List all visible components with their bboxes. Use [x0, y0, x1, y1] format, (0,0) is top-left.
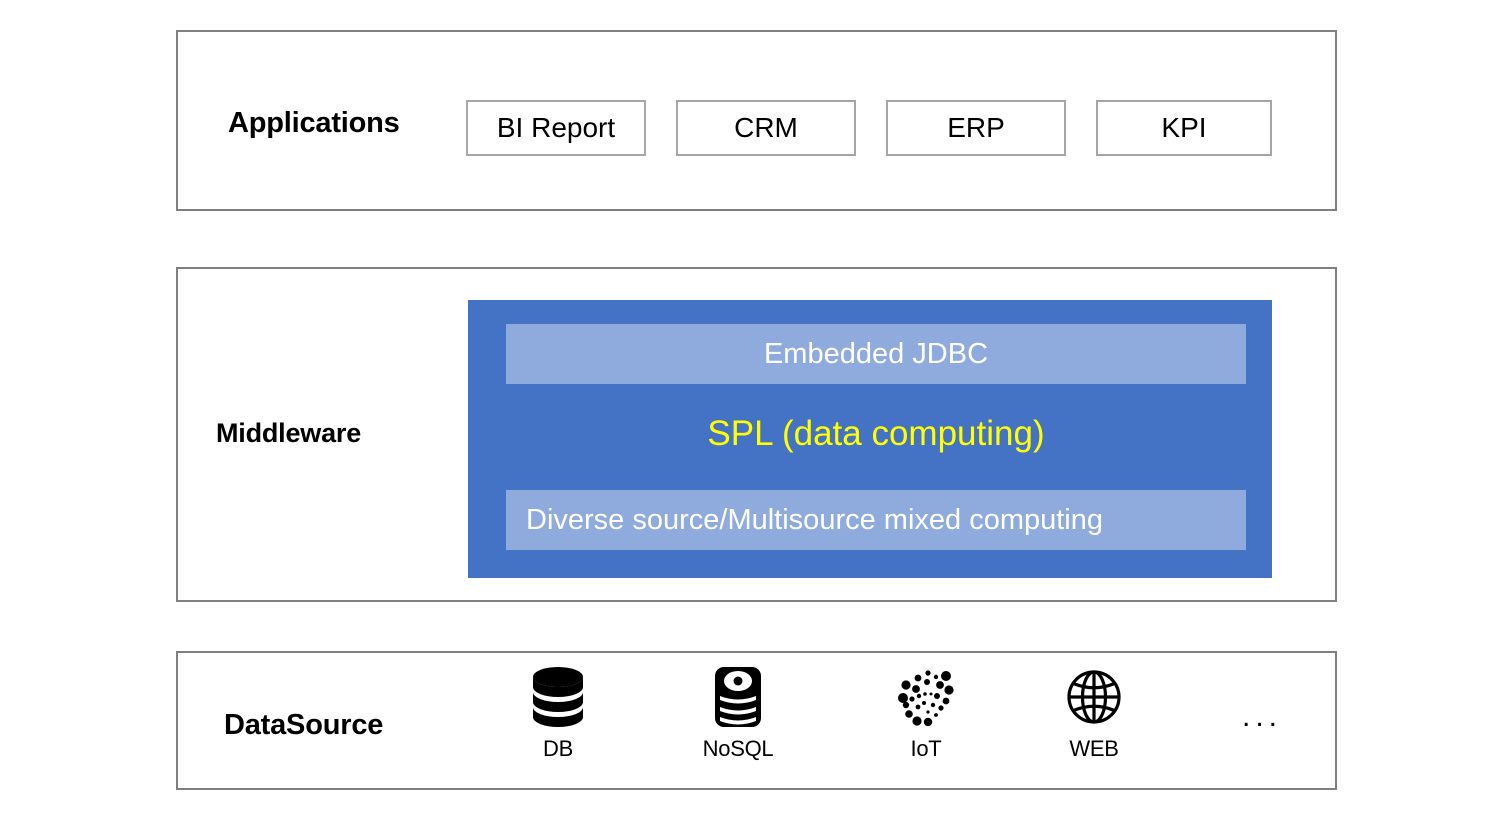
- datasource-layer-label: DataSource: [224, 709, 383, 742]
- app-box-label: CRM: [734, 112, 798, 144]
- datasource-item-label: NoSQL: [703, 736, 774, 762]
- middleware-embedded-jdbc-bar: Embedded JDBC: [506, 324, 1246, 384]
- app-box-kpi[interactable]: KPI: [1096, 100, 1272, 156]
- globe-icon: [1065, 664, 1123, 730]
- app-box-label: ERP: [947, 112, 1005, 144]
- iot-dots-icon: [894, 664, 958, 730]
- middleware-spl-label: SPL (data computing): [707, 414, 1044, 454]
- app-box-label: BI Report: [497, 112, 615, 144]
- app-box-erp[interactable]: ERP: [886, 100, 1066, 156]
- database-cylinder-icon: [531, 664, 585, 730]
- datasource-item-label: WEB: [1069, 736, 1118, 762]
- middleware-layer-label: Middleware: [216, 418, 361, 449]
- datasource-item-web[interactable]: WEB: [1034, 664, 1154, 762]
- middleware-diverse-source-label: Diverse source/Multisource mixed computi…: [526, 504, 1103, 537]
- middleware-stack-panel: Embedded JDBC SPL (data computing) Diver…: [468, 300, 1272, 578]
- datasource-item-nosql[interactable]: NoSQL: [678, 664, 798, 762]
- app-box-crm[interactable]: CRM: [676, 100, 856, 156]
- datasource-item-db[interactable]: DB: [498, 664, 618, 762]
- datasource-item-iot[interactable]: IoT: [866, 664, 986, 762]
- app-box-label: KPI: [1161, 112, 1206, 144]
- datasource-item-label: DB: [543, 736, 573, 762]
- middleware-spl-bar: SPL (data computing): [506, 404, 1246, 464]
- diagram-canvas: Applications BI Report CRM ERP KPI Middl…: [0, 0, 1498, 825]
- applications-layer-label: Applications: [228, 107, 400, 140]
- nosql-stack-icon: [713, 664, 763, 730]
- middleware-diverse-source-bar: Diverse source/Multisource mixed computi…: [506, 490, 1246, 550]
- datasource-item-label: IoT: [911, 736, 942, 762]
- app-box-bi-report[interactable]: BI Report: [466, 100, 646, 156]
- middleware-embedded-jdbc-label: Embedded JDBC: [764, 338, 988, 371]
- datasource-more-indicator: ...: [1232, 700, 1292, 734]
